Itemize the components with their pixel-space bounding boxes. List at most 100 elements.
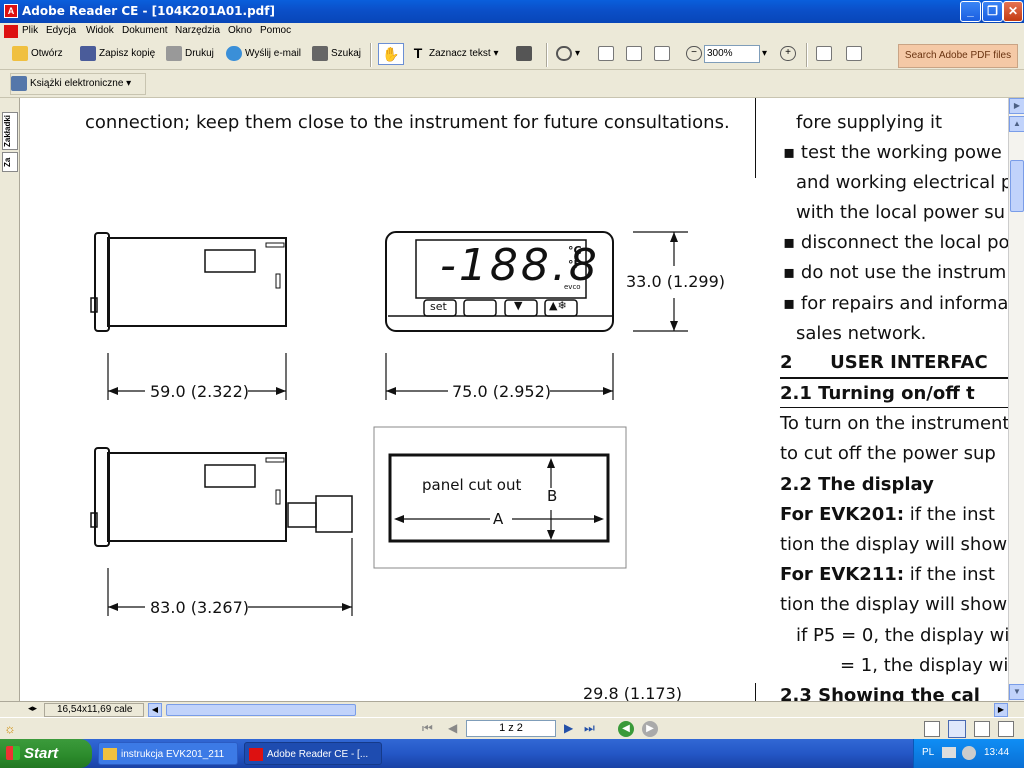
zoom-out-button[interactable]: − (686, 44, 705, 64)
title-bar: A Adobe Reader CE - [104K201A01.pdf] _ ❐… (0, 0, 1024, 23)
menu-edycja[interactable]: Edycja (46, 25, 76, 36)
bullet-item: ▪ disconnect the local po (783, 232, 1008, 253)
text-cursor-icon: T (413, 44, 423, 61)
camera-icon (516, 45, 532, 61)
task-folder[interactable]: instrukcja EVK201_211 (98, 742, 238, 765)
bullet-item: ▪ test the working powe (783, 142, 1002, 163)
unit-celsius: °C (568, 244, 582, 257)
keyboard-icon[interactable] (942, 747, 956, 758)
books-icon (11, 75, 27, 91)
print-button[interactable]: Drukuj (166, 44, 214, 64)
menu-dokument[interactable]: Dokument (122, 25, 168, 36)
open-button[interactable]: Otwórz (12, 44, 63, 64)
document-icon[interactable] (4, 25, 18, 38)
language-indicator[interactable]: PL (922, 747, 934, 758)
menu-okno[interactable]: Okno (228, 25, 252, 36)
fit-width-icon (654, 45, 670, 61)
rotate-left-icon (816, 45, 832, 61)
search-adobe-button[interactable]: Search Adobe PDF files (898, 44, 1018, 68)
hscroll-left-arrow[interactable]: ◀ (148, 703, 162, 717)
dim-front-height: 33.0 (1.299) (626, 272, 725, 291)
scroll-up-arrow[interactable]: ▲ (1009, 116, 1024, 132)
text-line: To turn on the instrument (780, 413, 1008, 434)
hscroll-right-arrow[interactable]: ▶ (994, 703, 1008, 717)
menu-plik[interactable]: Plik (22, 25, 38, 36)
select-text-button[interactable]: T Zaznacz tekst ▾ (410, 44, 499, 64)
heading-rule (780, 407, 1008, 408)
forward-view-button[interactable]: ▶ (642, 721, 658, 737)
fit-page-button[interactable] (626, 44, 645, 64)
bullet-item: ▪ for repairs and informa (783, 293, 1008, 314)
scroll-right-arrow[interactable]: ▶ (1009, 98, 1024, 114)
menu-pomoc[interactable]: Pomoc (260, 25, 291, 36)
clock: 13:44 (984, 747, 1010, 758)
section-heading: 2 USER INTERFAC (780, 352, 988, 373)
rotate-right-button[interactable] (846, 44, 865, 64)
email-icon (226, 45, 242, 61)
ebooks-button[interactable]: Książki elektroniczne ▾ (10, 73, 146, 95)
text-line: tion the display will show (780, 534, 1008, 555)
rotate-left-button[interactable] (816, 44, 835, 64)
first-page-button[interactable]: ⏮ (422, 721, 433, 736)
up-defrost-key-icon: ▲❄ (549, 299, 567, 312)
search-button[interactable]: Szukaj (312, 44, 361, 64)
vertical-scrollbar[interactable]: ▶ ▲ ▼ (1008, 98, 1024, 701)
text-line: and working electrical p (796, 172, 1008, 193)
hscroll-thumb[interactable] (166, 704, 356, 716)
continuous-button[interactable] (948, 720, 966, 738)
email-button[interactable]: Wyślij e-mail (226, 44, 301, 64)
facing-button[interactable] (974, 721, 990, 737)
minimize-button[interactable]: _ (960, 1, 981, 22)
actual-size-button[interactable] (598, 44, 617, 64)
fit-width-button[interactable] (654, 44, 673, 64)
acrobat-icon[interactable]: A (4, 4, 18, 18)
navigation-panel: Zakładki Za (0, 98, 20, 701)
maximize-button[interactable]: ❐ (982, 1, 1003, 22)
bookmarks-tab[interactable]: Zakładki (2, 112, 18, 150)
menu-narzedzia[interactable]: Narzędzia (175, 25, 220, 36)
minus-icon: − (686, 45, 702, 61)
start-button[interactable]: Start (0, 739, 92, 768)
dim-total-depth: 83.0 (3.267) (150, 598, 249, 617)
continuous-facing-button[interactable] (998, 721, 1014, 737)
zoom-tool-button[interactable]: ▾ (556, 44, 580, 64)
main-toolbar: Otwórz Zapisz kopię Drukuj Wyślij e-mail… (0, 40, 1024, 70)
system-tray: PL 13:44 (913, 739, 1024, 768)
menu-bar: Plik Edycja Widok Dokument Narzędzia Okn… (0, 23, 1024, 40)
hand-tool-button[interactable]: ✋ (378, 43, 404, 65)
section-heading: 2.2 The display (780, 474, 934, 495)
label-b: B (547, 487, 558, 505)
previous-page-button[interactable]: ◀ (448, 721, 457, 735)
last-page-button[interactable]: ⏭ (584, 721, 595, 736)
zoom-dropdown[interactable]: ▾ (762, 44, 767, 64)
unit-fahrenheit: °F (568, 258, 582, 271)
text-line: = 1, the display wi (840, 655, 1008, 676)
thumbnails-tab[interactable]: Za (2, 152, 18, 172)
snapshot-button[interactable] (516, 44, 535, 64)
back-view-button[interactable]: ◀ (618, 721, 634, 737)
save-copy-button[interactable]: Zapisz kopię (80, 44, 155, 64)
page-icon (598, 45, 614, 61)
text-line: if P5 = 0, the display wi (796, 625, 1008, 646)
speaker-icon[interactable] (962, 746, 976, 760)
section-heading: 2.1 Turning on/off t (780, 383, 975, 404)
fit-page-icon (626, 45, 642, 61)
panel-cutout-label: panel cut out (422, 476, 522, 494)
page-number-input[interactable]: 1 z 2 (466, 720, 556, 737)
rotate-right-icon (846, 45, 862, 61)
task-adobe-reader[interactable]: Adobe Reader CE - [... (244, 742, 382, 765)
text-line: with the local power su (796, 202, 1005, 223)
single-page-button[interactable] (924, 721, 940, 737)
scroll-thumb[interactable] (1010, 160, 1024, 212)
dim-partial: 29.8 (1.173) (583, 684, 682, 701)
menu-widok[interactable]: Widok (86, 25, 114, 36)
next-page-button[interactable]: ▶ (564, 721, 573, 735)
close-button[interactable]: ✕ (1003, 1, 1023, 22)
text-line: sales network. (796, 323, 927, 344)
scroll-down-arrow[interactable]: ▼ (1009, 684, 1024, 700)
dim-front-width: 75.0 (2.952) (452, 382, 551, 401)
zoom-input[interactable]: 300% (704, 45, 760, 63)
zoom-in-button[interactable]: + (780, 44, 799, 64)
folder-icon (103, 748, 117, 760)
set-key-label: set (430, 300, 447, 313)
